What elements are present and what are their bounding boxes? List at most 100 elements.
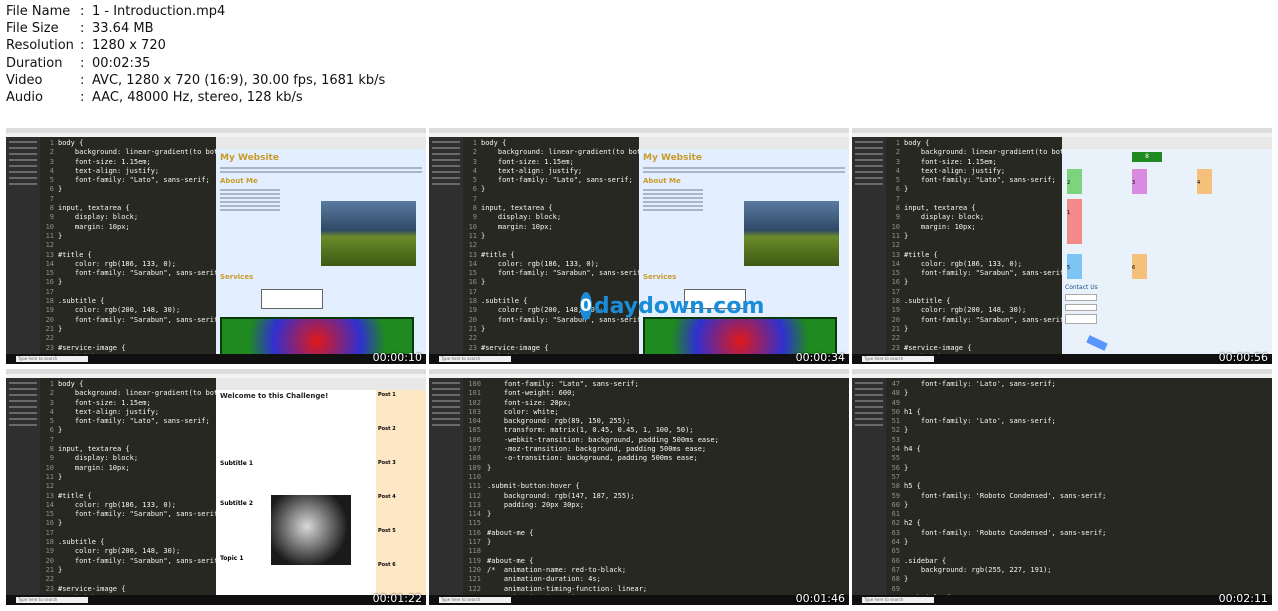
editor-sidebar	[852, 137, 886, 354]
code-text: body { background: linear-gradient(to bo…	[904, 139, 1062, 354]
info-sep: :	[80, 89, 85, 105]
contact-input[interactable]	[1065, 304, 1097, 311]
taskbar-search: Type here to search	[16, 356, 88, 362]
about-heading: About Me	[220, 177, 258, 185]
info-key: Duration	[6, 55, 63, 71]
info-row: Video: AVC, 1280 x 720 (16:9), 30.00 fps,…	[6, 72, 385, 89]
info-key: File Size	[6, 21, 59, 37]
editor-sidebar	[6, 378, 40, 595]
grid-box: 5	[1067, 254, 1082, 279]
video-thumbnail[interactable]: 1 2 3 4 5 6 7 8 9 10 11 12 13 14 15 16 1…	[6, 128, 426, 364]
info-sep: :	[80, 4, 85, 19]
taskbar-search: Type here to search	[16, 597, 88, 603]
info-row: File Size:33.64 MB	[6, 20, 385, 37]
code-editor: 1 2 3 4 5 6 7 8 9 10 11 12 13 14 15 16 1…	[40, 378, 216, 595]
taskbar: Type here to search	[6, 595, 426, 605]
code-text: body { background: linear-gradient(to bo…	[58, 139, 216, 354]
info-value: AAC, 48000 Hz, stereo, 128 kb/s	[92, 89, 303, 105]
info-key: Audio	[6, 89, 43, 105]
post-title: Post 3	[378, 460, 396, 466]
contact-textarea[interactable]	[1065, 314, 1097, 324]
taskbar: Type here to search	[6, 354, 426, 364]
blog-subtitle: Subtitle 1	[220, 460, 254, 467]
video-thumbnail[interactable]: 100 101 102 103 104 105 106 107 108 109 …	[429, 369, 849, 605]
post-title: Post 6	[378, 562, 396, 568]
taskbar-search: Type here to search	[862, 356, 934, 362]
submit-button[interactable]	[1086, 335, 1108, 351]
video-thumbnail[interactable]: 1 2 3 4 5 6 7 8 9 10 11 12 13 14 15 16 1…	[6, 369, 426, 605]
info-sep: :	[80, 55, 85, 71]
timestamp: 00:01:22	[372, 592, 422, 605]
line-numbers: 47 48 49 50 51 52 53 54 55 56 57 58 59 6…	[891, 380, 900, 595]
website-title: My Website	[220, 153, 279, 163]
info-key: File Name	[6, 4, 71, 19]
info-value: 33.64 MB	[92, 21, 154, 37]
taskbar: Type here to search	[852, 354, 1272, 364]
grid-box: 6	[1132, 254, 1147, 279]
taskbar: Type here to search	[852, 595, 1272, 605]
code-editor: 100 101 102 103 104 105 106 107 108 109 …	[463, 378, 849, 595]
grid-box: 3	[1132, 169, 1147, 194]
video-thumbnail[interactable]: 1 2 3 4 5 6 7 8 9 10 11 12 13 14 15 16 1…	[429, 128, 849, 364]
website-preview: My Website About Me Services	[216, 149, 426, 364]
info-row: Resolution:1280 x 720	[6, 37, 385, 54]
landscape-image	[744, 201, 839, 266]
taskbar-search: Type here to search	[862, 597, 934, 603]
code-editor: 1 2 3 4 5 6 7 8 9 10 11 12 13 14 15 16 1…	[40, 137, 216, 354]
blog-subtitle: Subtitle 2	[220, 500, 254, 507]
info-sep: :	[80, 72, 85, 88]
grid-box: 8	[1132, 152, 1162, 162]
code-text: font-family: "Lato", sans-serif; font-we…	[487, 380, 719, 595]
blog-preview: Welcome to this Challenge! Subtitle 1 Su…	[216, 390, 426, 595]
taskbar: Type here to search	[429, 595, 849, 605]
contact-input[interactable]	[1065, 294, 1097, 301]
info-row: File Name:1 - Introduction.mp4	[6, 3, 385, 20]
grid-box: 1	[1067, 199, 1082, 244]
post-title: Post 1	[378, 392, 396, 398]
code-text: body { background: linear-gradient(to bo…	[58, 380, 216, 595]
grid-box: 2	[1067, 169, 1082, 194]
browser-window: 8 2 3 4 1 5 6 Contact Us	[1062, 137, 1272, 354]
post-title: Post 5	[378, 528, 396, 534]
editor-sidebar	[429, 378, 463, 595]
contact-heading: Contact Us	[1065, 284, 1098, 291]
browser-window: My Website About Me Services	[216, 137, 426, 364]
watermark-icon: 0	[580, 292, 592, 320]
watermark-logo: 0 daydown.com	[580, 290, 764, 322]
services-heading: Services	[220, 273, 254, 281]
video-thumbnail[interactable]: 47 48 49 50 51 52 53 54 55 56 57 58 59 6…	[852, 369, 1272, 605]
blog-heading: Welcome to this Challenge!	[220, 392, 329, 400]
watermark-text: daydown.com	[593, 293, 765, 319]
line-numbers: 1 2 3 4 5 6 7 8 9 10 11 12 13 14 15 16 1…	[45, 139, 54, 354]
info-row: Duration:00:02:35	[6, 55, 385, 72]
info-row: Audio: AAC, 48000 Hz, stereo, 128 kb/s	[6, 89, 385, 106]
info-key: Resolution	[6, 38, 74, 54]
post-title: Post 4	[378, 494, 396, 500]
grid-preview: 8 2 3 4 1 5 6 Contact Us	[1062, 149, 1272, 354]
services-heading: Services	[643, 273, 677, 281]
info-value: AVC, 1280 x 720 (16:9), 30.00 fps, 1681 …	[92, 72, 386, 88]
timestamp: 00:01:46	[795, 592, 845, 605]
line-numbers: 1 2 3 4 5 6 7 8 9 10 11 12 13 14 15 16 1…	[891, 139, 900, 354]
timestamp: 00:02:11	[1218, 592, 1268, 605]
info-sep: :	[80, 21, 85, 37]
line-numbers: 100 101 102 103 104 105 106 107 108 109 …	[468, 380, 481, 595]
taskbar: Type here to search	[429, 354, 849, 364]
editor-sidebar	[6, 137, 40, 354]
code-text: font-family: 'Lato', sans-serif; } h1 { …	[904, 380, 1107, 595]
info-sep: :	[80, 38, 85, 54]
timestamp: 00:00:56	[1218, 351, 1268, 364]
line-numbers: 1 2 3 4 5 6 7 8 9 10 11 12 13 14 15 16 1…	[468, 139, 477, 354]
editor-sidebar	[852, 378, 886, 595]
line-numbers: 1 2 3 4 5 6 7 8 9 10 11 12 13 14 15 16 1…	[45, 380, 54, 595]
taskbar-search: Type here to search	[439, 597, 511, 603]
timestamp: 00:00:34	[795, 351, 845, 364]
blog-topic: Topic 1	[220, 555, 244, 562]
landscape-image	[321, 201, 416, 266]
website-preview: My Website About Me Services	[639, 149, 849, 364]
info-value: 1280 x 720	[92, 38, 166, 54]
info-value: 00:02:35	[92, 55, 151, 71]
code-editor: 1 2 3 4 5 6 7 8 9 10 11 12 13 14 15 16 1…	[886, 137, 1062, 354]
video-thumbnail[interactable]: 1 2 3 4 5 6 7 8 9 10 11 12 13 14 15 16 1…	[852, 128, 1272, 364]
taskbar-search: Type here to search	[439, 356, 511, 362]
